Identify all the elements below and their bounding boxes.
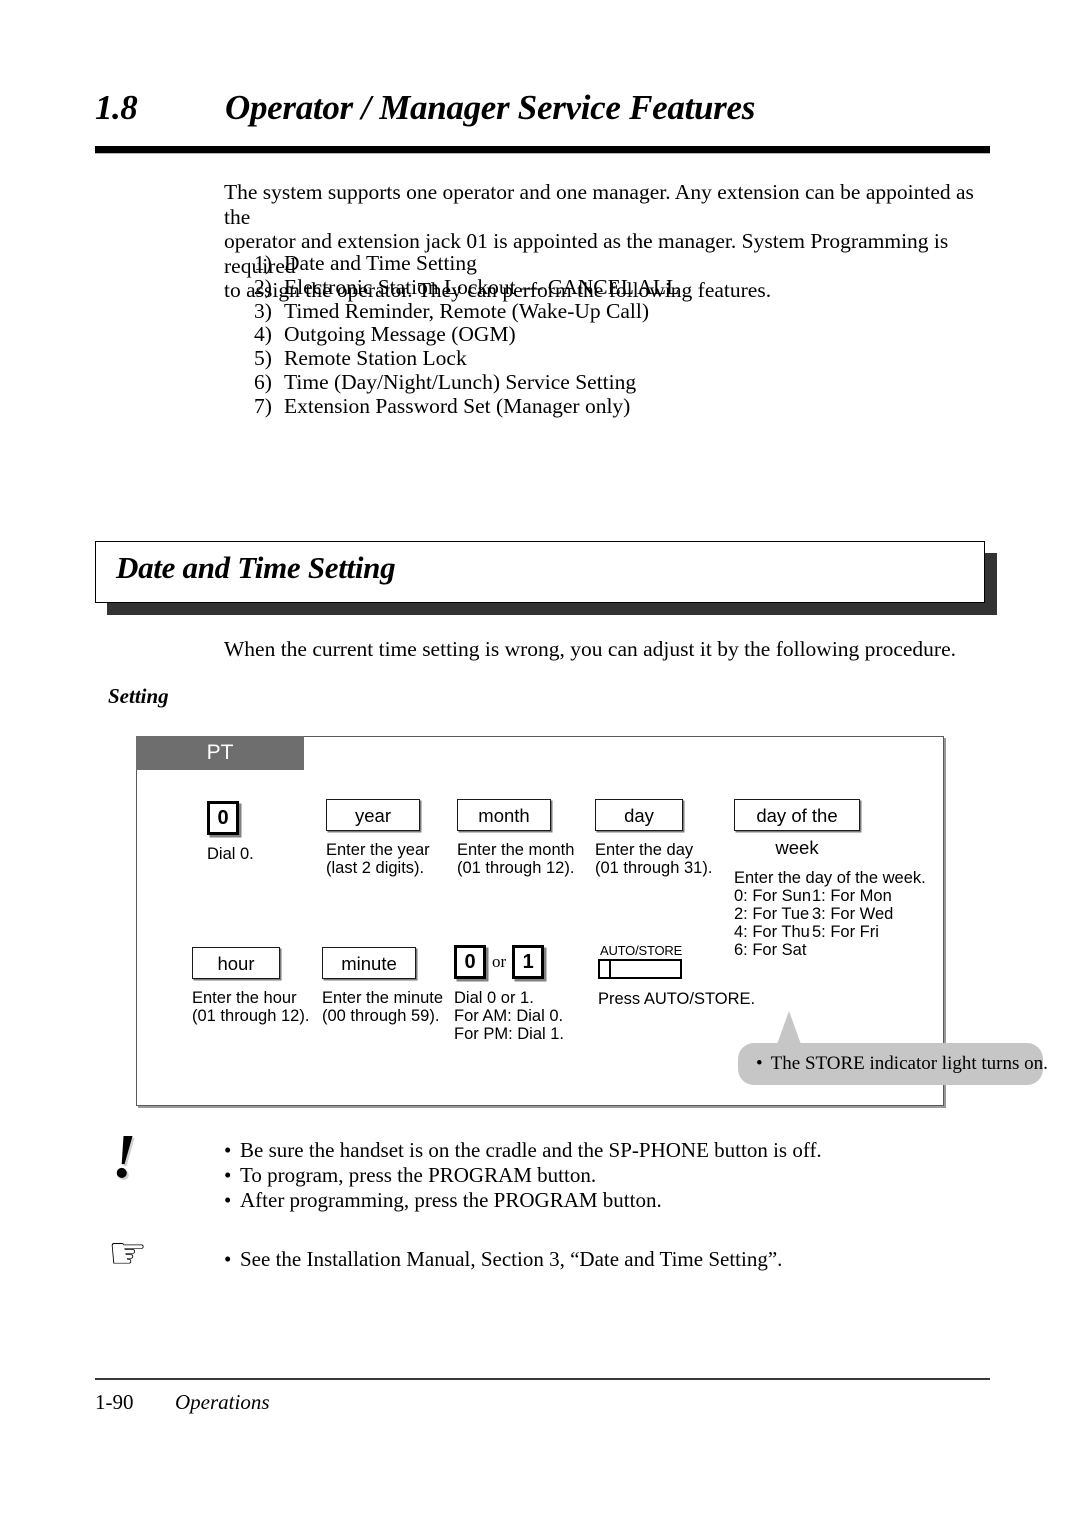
title-rule-divider xyxy=(95,146,990,154)
step-am-pm: 0 or 1 Dial 0 or 1. For AM: Dial 0. For PM… xyxy=(454,945,589,1043)
step-caption: Enter the day (01 through 31). xyxy=(595,841,713,877)
step-caption: Enter the day of the week. xyxy=(734,869,926,887)
list-item: 2) Electronic Station Lockout — CANCEL AL… xyxy=(254,274,954,300)
note-text: After programming, press the PROGRAM but… xyxy=(240,1188,662,1212)
table-row: 4: For Thu 5: For Fri xyxy=(734,923,934,941)
note-bullet: • xyxy=(224,1163,232,1187)
note-bullet: • xyxy=(224,1247,232,1271)
list-item-label: Remote Station Lock xyxy=(284,346,467,371)
step-hour: hour Enter the hour (01 through 12). xyxy=(192,947,332,1025)
feature-heading-label: Date and Time Setting xyxy=(116,550,396,585)
warning-note-list: • Be sure the handset is on the cradle an… xyxy=(224,1138,964,1213)
list-item: 7) Extension Password Set (Manager only) xyxy=(254,393,954,419)
page-number: 1-90 xyxy=(95,1390,134,1414)
pt-tab-label: PT xyxy=(136,736,304,770)
list-item: 3) Timed Reminder, Remote (Wake-Up Call) xyxy=(254,298,954,324)
input-box-year[interactable]: year xyxy=(326,799,420,831)
note-bullet: • xyxy=(224,1188,232,1212)
store-indicator-lamp xyxy=(609,961,611,977)
dow-code-right: 1: For Mon xyxy=(812,887,892,905)
table-row: 0: For Sun1: For Mon xyxy=(734,887,934,905)
am-pm-key-group: 0 or 1 xyxy=(454,945,589,979)
dow-code-left: 0: For Sun xyxy=(734,887,812,905)
list-item-label: Date and Time Setting xyxy=(284,251,477,275)
table-row: 2: For Tue 3: For Wed xyxy=(734,905,934,923)
list-item: 1) Date and Time Setting xyxy=(254,251,954,276)
step-caption: Press AUTO/STORE. xyxy=(598,990,756,1008)
lead-in-text: When the current time setting is wrong, … xyxy=(224,637,957,661)
step-day-of-week: day of the week Enter the day of the wee… xyxy=(734,799,934,959)
list-item-label: Timed Reminder, Remote (Wake-Up Call) xyxy=(284,298,650,323)
callout-pointer-icon xyxy=(776,1011,802,1047)
callout-text: The STORE indicator light turns on. xyxy=(770,1053,1048,1074)
step-month: month Enter the month (01 through 12). xyxy=(457,799,592,877)
step-year: year Enter the year (last 2 digits). xyxy=(326,799,456,877)
step-caption: Enter the hour (01 through 12). xyxy=(192,989,310,1025)
note-item: • To program, press the PROGRAM button. xyxy=(224,1163,964,1188)
note-text: Be sure the handset is on the cradle and… xyxy=(240,1138,822,1162)
list-item-number: 5) xyxy=(254,346,272,371)
list-item: 6) Time (Day/Night/Lunch) Service Setting xyxy=(254,369,954,395)
list-item-label: Time (Day/Night/Lunch) Service Setting xyxy=(284,369,637,394)
dow-code-left: 2: For Tue xyxy=(734,905,810,923)
feature-list: 1) Date and Time Setting 2) Electronic Sta… xyxy=(254,251,954,419)
footer: 1-90 Operations xyxy=(95,1390,990,1415)
footer-section-name: Operations xyxy=(175,1390,270,1414)
list-item-number: 7) xyxy=(254,393,272,418)
warning-icon: ! xyxy=(112,1123,137,1191)
autostore-key-label: AUTO/STORE xyxy=(600,943,683,958)
note-item: • After programming, press the PROGRAM bu… xyxy=(224,1188,964,1213)
note-text: To program, press the PROGRAM button. xyxy=(240,1163,597,1187)
dial-key-0[interactable]: 0 xyxy=(454,945,486,979)
dow-code-right: 5: For Fri xyxy=(812,923,879,941)
step-dial-0: 0 Dial 0. xyxy=(207,801,297,863)
step-caption: Enter the month (01 through 12). xyxy=(457,841,575,877)
step-autostore: AUTO/STORE Press AUTO/STORE. xyxy=(598,943,798,1008)
input-box-minute[interactable]: minute xyxy=(322,947,416,979)
list-item-number: 4) xyxy=(254,322,272,347)
note-item: • See the Installation Manual, Section 3,… xyxy=(224,1247,964,1272)
input-box-day-of-week[interactable]: day of the week xyxy=(734,799,860,858)
page-title: 1.8 Operator / Manager Service Features xyxy=(95,88,990,128)
input-box-month[interactable]: month xyxy=(457,799,551,831)
setting-subheading: Setting xyxy=(108,684,169,708)
step-caption: Enter the minute (00 through 59). xyxy=(322,989,444,1025)
dow-code-right: 3: For Wed xyxy=(812,905,894,923)
list-item-number: 1) xyxy=(254,251,272,275)
intro-line-1: The system supports one operator and one… xyxy=(224,180,974,229)
callout-bubble: • The STORE indicator light turns on. xyxy=(738,1043,1048,1085)
or-separator-label: or xyxy=(492,952,507,971)
note-item: • Be sure the handset is on the cradle an… xyxy=(224,1138,964,1163)
reference-note-list: • See the Installation Manual, Section 3,… xyxy=(224,1247,964,1272)
footer-rule-divider xyxy=(95,1378,990,1380)
step-caption: Dial 0 or 1. For AM: Dial 0. For PM: Dia… xyxy=(454,989,565,1043)
list-item-label: Extension Password Set (Manager only) xyxy=(284,393,631,418)
list-item-number: 2) xyxy=(254,274,272,299)
procedure-diagram: PT 0 Dial 0. year Enter the year (last 2… xyxy=(136,736,1048,1106)
callout-bullet: • xyxy=(756,1053,763,1074)
step-day: day Enter the day (01 through 31). xyxy=(595,799,725,877)
pointing-hand-icon: ☞ xyxy=(108,1228,148,1279)
note-text: See the Installation Manual, Section 3, … xyxy=(240,1247,783,1271)
feature-heading-box: Date and Time Setting xyxy=(95,541,997,615)
step-caption: Dial 0. xyxy=(207,845,254,863)
input-box-day[interactable]: day xyxy=(595,799,683,831)
section-title: Operator / Manager Service Features xyxy=(225,88,756,127)
list-item-label: Electronic Station Lockout — CANCEL ALL xyxy=(284,274,680,299)
list-item-number: 3) xyxy=(254,298,272,323)
feature-heading-frame: Date and Time Setting xyxy=(95,541,985,603)
dow-code-left: 4: For Thu xyxy=(734,923,810,941)
list-item: 4) Outgoing Message (OGM) xyxy=(254,322,954,347)
list-item-number: 6) xyxy=(254,369,272,394)
section-number: 1.8 xyxy=(95,88,138,127)
autostore-button-icon[interactable] xyxy=(598,959,682,979)
dial-key-0[interactable]: 0 xyxy=(207,801,239,835)
dial-key-1[interactable]: 1 xyxy=(512,945,545,979)
step-caption: Enter the year (last 2 digits). xyxy=(326,841,430,877)
list-item-label: Outgoing Message (OGM) xyxy=(284,322,516,347)
input-box-hour[interactable]: hour xyxy=(192,947,280,979)
step-minute: minute Enter the minute (00 through 59). xyxy=(322,947,462,1025)
note-bullet: • xyxy=(224,1138,232,1162)
list-item: 5) Remote Station Lock xyxy=(254,346,954,371)
